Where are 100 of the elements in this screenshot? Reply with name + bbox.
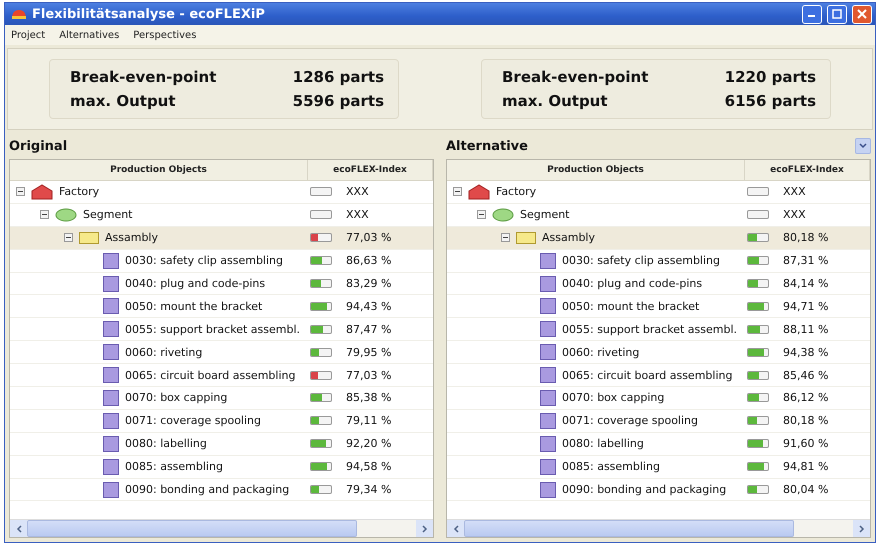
close-button[interactable] <box>852 4 872 24</box>
tree-item-label: 0080: labelling <box>125 437 207 450</box>
square-icon <box>103 344 119 360</box>
square-icon <box>540 458 556 475</box>
tree-item-label: Assambly <box>542 231 595 244</box>
tree-row[interactable]: 0070: box capping 85,38 % <box>10 387 433 410</box>
ellipse-icon <box>492 208 514 222</box>
minimize-button[interactable] <box>802 4 822 24</box>
tree-item-label: 0055: support bracket assembl. <box>562 322 737 336</box>
index-value: 84,14 % <box>783 277 828 290</box>
index-gauge <box>747 187 769 196</box>
square-icon <box>103 367 119 384</box>
index-value: 86,12 % <box>783 391 828 404</box>
menu-item[interactable]: Alternatives <box>59 30 120 40</box>
tree-item-label: 0060: riveting <box>562 346 640 359</box>
index-gauge <box>747 210 769 220</box>
tree-row[interactable]: Factory XXX <box>10 181 433 204</box>
square-icon <box>540 367 556 384</box>
index-value: 94,43 % <box>346 300 392 313</box>
tree-item-label: Factory <box>496 185 536 198</box>
tree-item-label: 0030: safety clip assembling <box>562 254 720 268</box>
square-icon <box>540 252 556 269</box>
collapse-icon[interactable] <box>453 187 462 196</box>
square-icon <box>103 436 119 452</box>
horizontal-scrollbar[interactable] <box>10 519 433 537</box>
column-header[interactable]: Production Objects <box>10 160 308 180</box>
index-value: 85,38 % <box>346 391 392 404</box>
index-gauge <box>310 187 332 196</box>
tree-row[interactable]: 0050: mount the bracket 94,71 % <box>447 295 870 318</box>
square-icon <box>103 298 119 314</box>
tree-item-label: 0070: box capping <box>562 391 664 404</box>
close-icon <box>857 9 867 19</box>
horizontal-scrollbar[interactable] <box>447 519 870 537</box>
collapse-icon[interactable] <box>501 233 510 242</box>
metric-value: 6156 parts <box>724 92 816 110</box>
tree-item-label: Factory <box>59 185 100 198</box>
tree-row[interactable]: 0050: mount the bracket 94,43 % <box>10 295 433 318</box>
tree-item-label: 0065: circuit board assembling <box>125 368 296 382</box>
tree-row[interactable]: 0065: circuit board assembling 77,03 % <box>10 364 433 388</box>
maximize-button[interactable] <box>827 4 847 24</box>
square-icon <box>540 482 556 498</box>
index-value: 94,58 % <box>346 460 392 474</box>
tree-row[interactable]: 0030: safety clip assembling 86,63 % <box>10 250 433 273</box>
tree-row[interactable]: 0070: box capping 86,12 % <box>447 387 870 410</box>
tree-row[interactable]: 0090: bonding and packaging 80,04 % <box>447 478 870 502</box>
tree-row[interactable]: 0090: bonding and packaging 79,34 % <box>10 478 433 502</box>
rectangle-icon <box>516 232 536 244</box>
tree-row[interactable]: Factory XXX <box>447 181 870 204</box>
scroll-right-icon[interactable] <box>416 520 433 537</box>
tree-item-label: 0080: labelling <box>562 437 644 450</box>
tree-row[interactable]: 0085: assembling 94,81 % <box>447 456 870 479</box>
collapse-icon[interactable] <box>16 187 25 196</box>
index-value: 79,34 % <box>346 483 392 496</box>
square-icon <box>540 390 556 406</box>
tree-row[interactable]: Assambly 80,18 % <box>447 226 870 250</box>
index-value: 87,31 % <box>783 254 828 268</box>
square-icon <box>540 436 556 452</box>
index-value: XXX <box>783 208 806 222</box>
tree-row[interactable]: 0040: plug and code-pins 83,29 % <box>10 272 433 296</box>
index-value: 86,63 % <box>346 254 392 268</box>
metric-value: 5596 parts <box>292 92 384 110</box>
index-value: 94,38 % <box>783 346 828 359</box>
tree-row[interactable]: 0055: support bracket assembl. 87,47 % <box>10 318 433 342</box>
scroll-right-icon[interactable] <box>853 520 870 537</box>
tree-row[interactable]: 0055: support bracket assembl. 88,11 % <box>447 318 870 342</box>
scroll-left-icon[interactable] <box>447 520 464 537</box>
collapse-icon[interactable] <box>40 210 49 220</box>
column-header[interactable]: Production Objects <box>447 160 745 180</box>
scroll-left-icon[interactable] <box>10 520 27 537</box>
index-value: 85,46 % <box>783 368 828 382</box>
index-value: XXX <box>783 185 806 198</box>
tree-item-label: 0055: support bracket assembl. <box>125 322 300 336</box>
dropdown-button[interactable] <box>855 138 871 154</box>
maximize-icon <box>832 9 842 19</box>
index-value: 79,11 % <box>346 414 392 428</box>
tree-row[interactable]: 0030: safety clip assembling 87,31 % <box>447 250 870 273</box>
index-value: XXX <box>346 185 369 198</box>
column-header[interactable]: ecoFLEX-Index <box>308 160 433 180</box>
tree-row[interactable]: 0085: assembling 94,58 % <box>10 456 433 479</box>
menu-item[interactable]: Perspectives <box>133 30 196 40</box>
collapse-icon[interactable] <box>64 233 73 242</box>
metric-label: max. Output <box>70 92 177 110</box>
scroll-thumb[interactable] <box>27 520 357 537</box>
index-gauge <box>310 210 332 220</box>
tree-row[interactable]: 0060: riveting 79,95 % <box>10 341 433 364</box>
tree-item-label: 0030: safety clip assembling <box>125 254 284 268</box>
column-header[interactable]: ecoFLEX-Index <box>745 160 870 180</box>
index-value: 80,04 % <box>783 483 828 496</box>
tree-item-label: 0050: mount the bracket <box>125 300 262 313</box>
collapse-icon[interactable] <box>477 210 486 220</box>
tree-item-label: 0040: plug and code-pins <box>125 277 266 290</box>
metric-value: 1220 parts <box>724 68 816 86</box>
menu-item[interactable]: Project <box>11 30 46 40</box>
tree-row[interactable]: 0065: circuit board assembling 85,46 % <box>447 364 870 388</box>
index-value: 91,60 % <box>783 437 828 450</box>
tree-row[interactable]: 0040: plug and code-pins 84,14 % <box>447 272 870 296</box>
tree-row[interactable]: Assambly 77,03 % <box>10 226 433 250</box>
square-icon <box>103 458 119 475</box>
scroll-thumb[interactable] <box>464 520 794 537</box>
tree-row[interactable]: 0060: riveting 94,38 % <box>447 341 870 364</box>
